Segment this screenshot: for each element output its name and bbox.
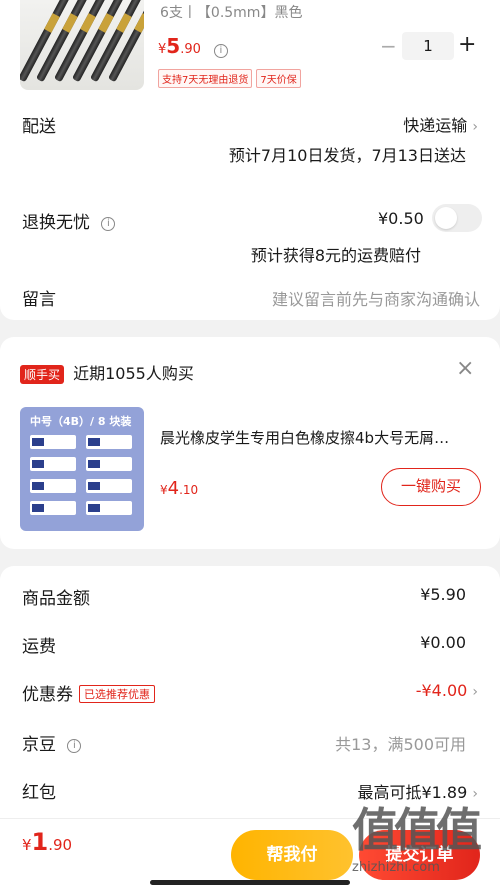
delivery-label: 配送 (22, 117, 56, 137)
red-packet-label: 红包 (22, 783, 56, 803)
recommend-product-price: ¥4.10 (160, 478, 199, 499)
total-price: ¥1.90 (22, 828, 73, 856)
coupon-label: 优惠券 已选推荐优惠 (22, 680, 155, 705)
home-indicator (150, 880, 350, 885)
one-click-buy-button[interactable]: 一键购买 (381, 468, 481, 506)
recommend-header: 顺手买 近期1055人购买 (20, 360, 194, 384)
message-label: 留言 (22, 290, 56, 310)
order-card: 6支丨【0.5mm】黑色 ¥5.90 i − 1 + 支持7天无理由退货 7天价保… (0, 0, 500, 320)
return-insurance-label: 退换无忧 i (22, 208, 116, 233)
quantity-decrease-button[interactable]: − (380, 34, 397, 58)
recommend-product-title[interactable]: 晨光橡皮学生专用白色橡皮擦4b大号无屑… (160, 427, 449, 448)
recommend-product-image[interactable]: 中号（4B）/ 8 块装 (20, 407, 144, 531)
coupon-value[interactable]: -¥4.00 › (416, 681, 478, 700)
quantity-increase-button[interactable]: + (458, 32, 476, 57)
return-insurance-note: 预计获得8元的运费赔付 (250, 246, 421, 265)
image-header-text: 中号（4B）/ 8 块装 (30, 415, 132, 428)
delivery-estimate: 预计7月10日发货，7月13日送达 (228, 146, 466, 165)
info-icon[interactable]: i (213, 44, 228, 58)
service-tag: 7天价保 (256, 69, 301, 88)
message-input[interactable]: 建议留言前先与商家沟通确认 (272, 286, 480, 310)
product-price: ¥5.90 i (158, 34, 228, 58)
close-icon[interactable]: × (456, 356, 474, 381)
beans-label: 京豆 i (22, 730, 82, 755)
delivery-method[interactable]: 快递运输 › (403, 112, 478, 136)
help-pay-button[interactable]: 帮我付 (231, 830, 353, 880)
goods-amount-value: ¥5.90 (420, 585, 466, 604)
site-watermark-logo: 值值值 zhizhizhi.com (352, 794, 492, 884)
chevron-right-icon: › (472, 684, 478, 700)
return-insurance-price: ¥0.50 (378, 209, 424, 228)
info-icon[interactable]: i (101, 217, 116, 231)
quantity-input[interactable]: 1 (402, 32, 454, 60)
shipping-fee-value: ¥0.00 (420, 633, 466, 652)
product-thumbnail[interactable] (20, 0, 144, 90)
service-tag: 支持7天无理由退货 (158, 69, 253, 88)
shipping-fee-label: 运费 (22, 637, 56, 657)
service-tags: 支持7天无理由退货 7天价保 (158, 68, 305, 88)
recommend-badge: 顺手买 (20, 365, 65, 384)
recommend-title: 近期1055人购买 (73, 364, 194, 383)
product-spec: 6支丨【0.5mm】黑色 (160, 5, 303, 21)
goods-amount-label: 商品金额 (22, 589, 90, 609)
return-insurance-toggle[interactable] (432, 204, 482, 232)
watermark-url: zhizhizhi.com (352, 860, 440, 875)
chevron-right-icon: › (472, 119, 478, 135)
coupon-tag: 已选推荐优惠 (79, 685, 155, 703)
watermark-text: 值值值 (352, 803, 482, 857)
beans-value: 共13，满500可用 (335, 735, 466, 754)
info-icon[interactable]: i (67, 739, 82, 753)
